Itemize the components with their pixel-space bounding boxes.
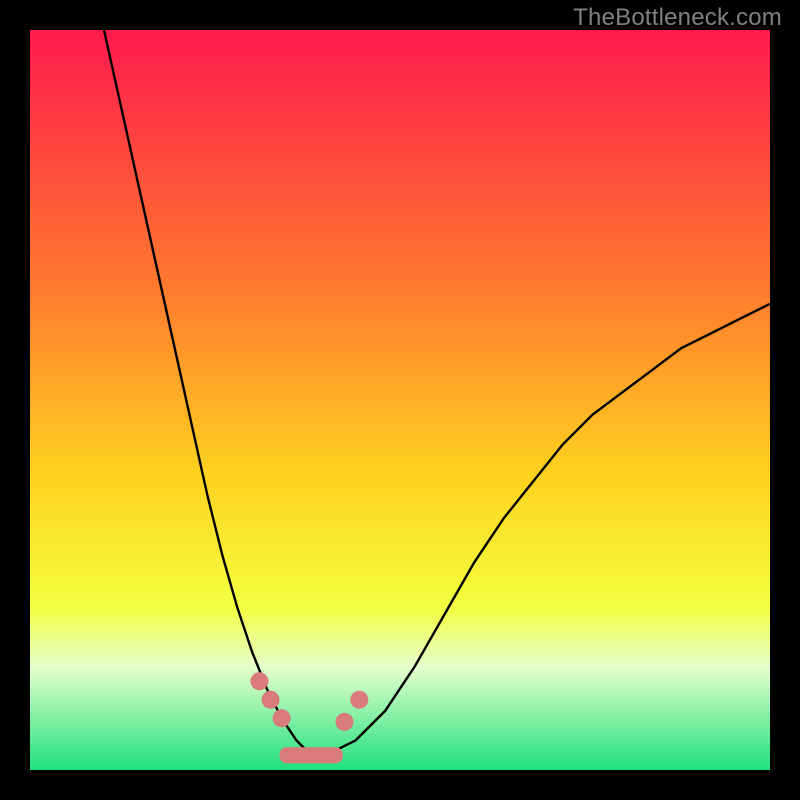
plot-area	[30, 30, 770, 770]
watermark-text: TheBottleneck.com	[573, 4, 782, 32]
minimum-marker-pill	[280, 747, 343, 763]
bead	[250, 672, 268, 690]
outer-frame: TheBottleneck.com	[0, 0, 800, 800]
chart-svg	[30, 30, 770, 770]
bead	[336, 713, 354, 731]
bead	[262, 691, 280, 709]
gradient-background	[30, 30, 770, 770]
bead	[273, 709, 291, 727]
bead	[350, 691, 368, 709]
